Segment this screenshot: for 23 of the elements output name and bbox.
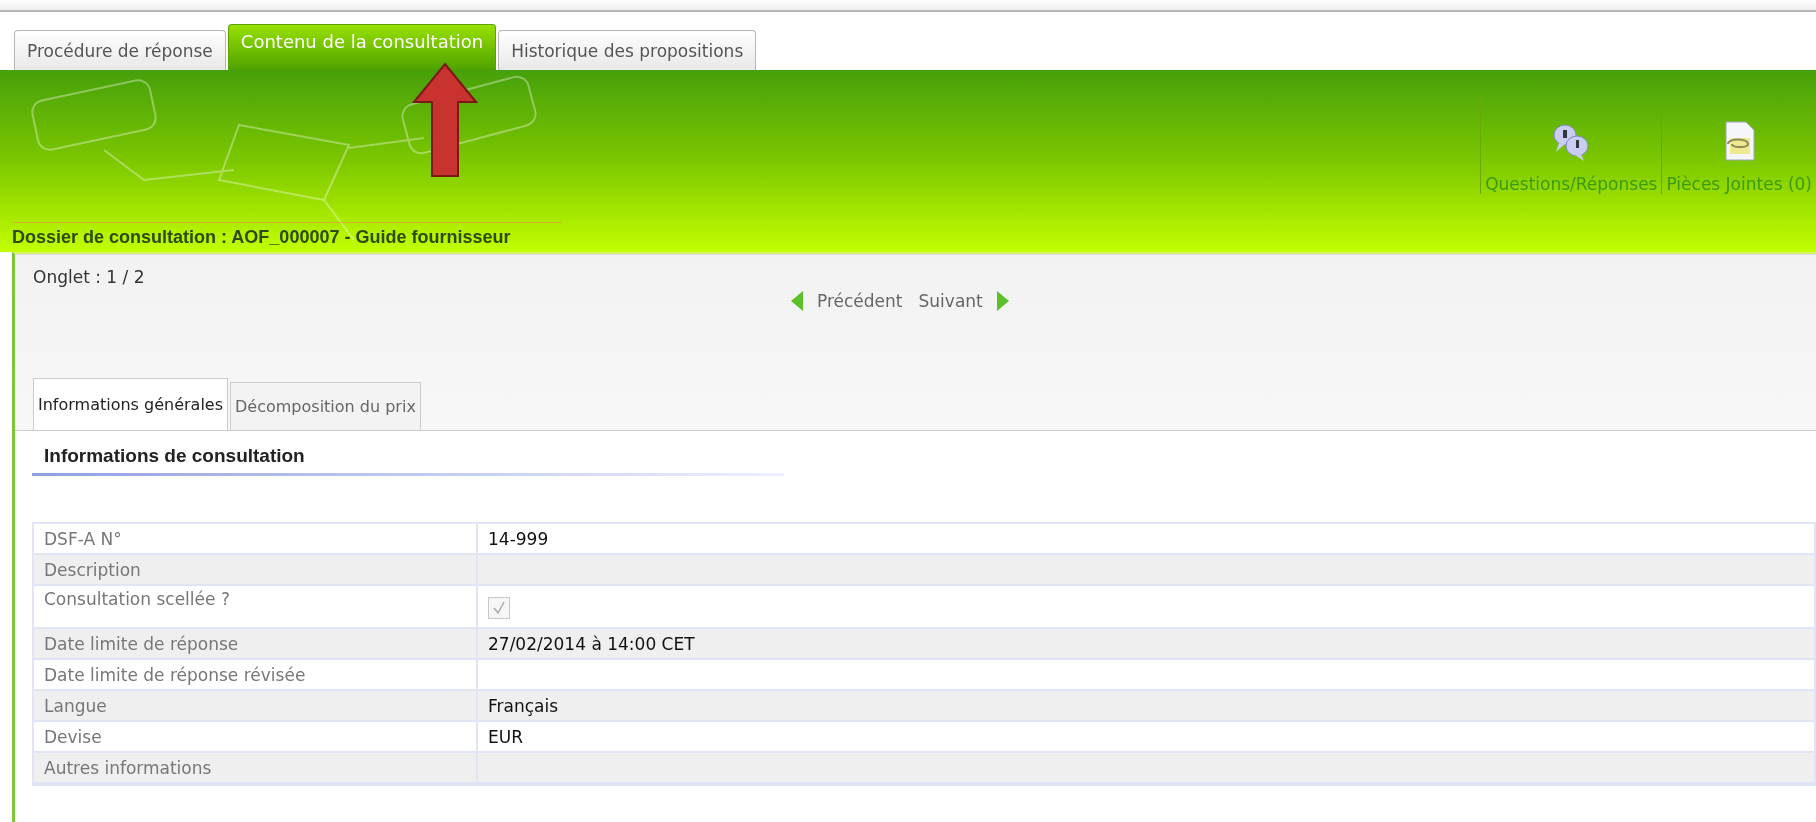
previous-link[interactable]: Précédent	[791, 291, 903, 311]
tab-counter: Onglet : 1 / 2	[33, 267, 146, 287]
tab[interactable]: Procédure de réponse	[14, 30, 226, 70]
table-cell: Français	[476, 691, 1814, 722]
table-cell: 14-999	[476, 524, 1814, 555]
section-heading: Informations de consultation	[32, 431, 784, 476]
table-cell: Description	[34, 555, 476, 586]
speech-bubbles-icon	[1551, 122, 1592, 162]
tab[interactable]: Historique des propositions	[498, 30, 757, 70]
table-cell: 27/02/2014 à 14:00 CET	[476, 629, 1814, 660]
left-triangle-icon	[791, 291, 803, 311]
table-cell: Autres informations	[34, 753, 476, 784]
table-cell: Date limite de réponse	[34, 629, 476, 660]
up-arrow-icon	[412, 62, 478, 178]
table-cell: Langue	[34, 691, 476, 722]
table-cell: EUR	[476, 722, 1814, 753]
document-clip-icon	[1722, 120, 1757, 162]
check-icon	[492, 601, 506, 615]
tab[interactable]: Décomposition du prix	[230, 382, 421, 430]
next-link[interactable]: Suivant	[918, 291, 1009, 311]
tab[interactable]: Informations générales	[33, 378, 229, 430]
page-title: Dossier de consultation : AOF_000007 - Guide fournisseur	[11, 226, 512, 249]
right-triangle-icon	[996, 291, 1009, 311]
